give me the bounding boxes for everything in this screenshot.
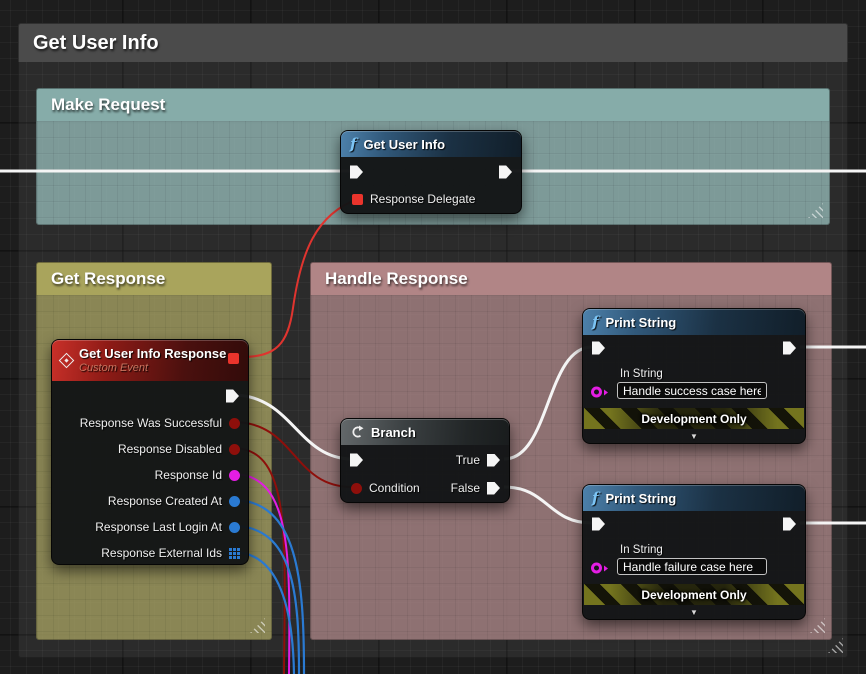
output-pin-row: Response External Ids	[101, 546, 240, 560]
node-header-print-string-failure[interactable]: f Print String	[583, 485, 805, 511]
exec-in-pin[interactable]	[592, 518, 605, 531]
resize-handle-get-response[interactable]	[250, 618, 265, 633]
node-get-user-info[interactable]: f Get User Info Response Delegate	[340, 130, 522, 214]
pin-label: Response Was Successful	[80, 416, 222, 430]
pin-tail-icon	[604, 389, 608, 395]
resize-handle-make-request[interactable]	[808, 203, 823, 218]
comment-title-get-user-info: Get User Info	[33, 32, 159, 55]
node-print-string-failure[interactable]: f Print String In String Development Onl…	[582, 484, 806, 620]
comment-header-make-request[interactable]: Make Request	[36, 88, 830, 121]
struct-pin-response-last-login-at[interactable]	[229, 522, 240, 533]
node-subtitle: Custom Event	[79, 362, 226, 375]
node-title: Print String	[605, 315, 676, 330]
delegate-out-pin[interactable]	[228, 353, 239, 364]
exec-out-pin[interactable]	[226, 390, 239, 403]
node-get-user-info-response[interactable]: Get User Info Response Custom Event Resp…	[51, 339, 249, 565]
exec-in-pin[interactable]	[350, 454, 363, 467]
function-icon: f	[350, 137, 356, 152]
exec-in-pin[interactable]	[592, 342, 605, 355]
output-pin-row: Response Disabled	[118, 442, 240, 456]
in-string-label: In String	[620, 368, 663, 380]
bool-pin-response-disabled[interactable]	[229, 444, 240, 455]
struct-pin-response-created-at[interactable]	[229, 496, 240, 507]
pin-label: Response Delegate	[370, 192, 475, 206]
comment-header-get-response[interactable]: Get Response	[36, 262, 272, 295]
development-only-banner: Development Only	[584, 408, 804, 429]
pin-label: False	[451, 481, 480, 495]
comment-title-handle-response: Handle Response	[325, 269, 468, 289]
bool-pin-response-was-successful[interactable]	[229, 418, 240, 429]
blueprint-canvas[interactable]: Get User Info Make Request Get Response …	[0, 0, 866, 674]
in-string-input[interactable]	[617, 558, 767, 575]
branch-icon	[350, 425, 364, 439]
node-branch[interactable]: Branch Condition True False	[340, 418, 510, 503]
in-string-pin[interactable]	[591, 563, 602, 574]
in-string-label: In String	[620, 544, 663, 556]
node-header-print-string-success[interactable]: f Print String	[583, 309, 805, 335]
advanced-pins-toggle[interactable]: ▼	[690, 608, 698, 617]
pin-tail-icon	[604, 565, 608, 571]
node-title: Print String	[605, 491, 676, 506]
node-header-get-user-info[interactable]: f Get User Info	[341, 131, 521, 157]
in-string-pin[interactable]	[591, 387, 602, 398]
condition-pin[interactable]	[351, 483, 362, 494]
string-pin-response-id[interactable]	[229, 470, 240, 481]
pin-label: Condition	[369, 481, 420, 495]
pin-label: Response External Ids	[101, 546, 222, 560]
output-pin-row: Response Was Successful	[80, 416, 240, 430]
exec-out-pin[interactable]	[783, 342, 796, 355]
development-only-banner: Development Only	[584, 584, 804, 605]
pin-label: True	[456, 453, 480, 467]
node-title: Branch	[371, 425, 416, 440]
in-string-input[interactable]	[617, 382, 767, 399]
resize-handle-handle-response[interactable]	[810, 618, 825, 633]
true-exec-pin[interactable]	[487, 454, 500, 467]
pin-label: Response Disabled	[118, 442, 222, 456]
banner-text: Development Only	[641, 588, 746, 602]
response-delegate-pin[interactable]	[352, 194, 363, 205]
exec-in-pin[interactable]	[350, 166, 363, 179]
output-pin-row: Response Created At	[108, 494, 240, 508]
custom-event-icon	[59, 353, 75, 369]
pin-label: Response Id	[155, 468, 222, 482]
exec-out-pin[interactable]	[499, 166, 512, 179]
pin-label: Response Last Login At	[95, 520, 222, 534]
advanced-pins-toggle[interactable]: ▼	[690, 432, 698, 441]
banner-text: Development Only	[641, 412, 746, 426]
node-title: Get User Info Response	[79, 347, 226, 362]
false-exec-pin[interactable]	[487, 482, 500, 495]
comment-title-get-response: Get Response	[51, 269, 165, 289]
resize-handle-get-user-info[interactable]	[828, 638, 843, 653]
node-print-string-success[interactable]: f Print String In String Development Onl…	[582, 308, 806, 444]
function-icon: f	[592, 491, 598, 506]
map-pin-response-external-ids[interactable]	[229, 548, 240, 559]
function-icon: f	[592, 315, 598, 330]
comment-header-handle-response[interactable]: Handle Response	[310, 262, 832, 295]
comment-title-make-request: Make Request	[51, 95, 165, 115]
node-header-branch[interactable]: Branch	[341, 419, 509, 445]
pin-label: Response Created At	[108, 494, 222, 508]
node-title: Get User Info	[363, 137, 445, 152]
output-pin-row: Response Last Login At	[95, 520, 240, 534]
comment-header-get-user-info[interactable]: Get User Info	[18, 23, 848, 62]
node-header-response-event[interactable]: Get User Info Response Custom Event	[52, 340, 248, 381]
exec-out-pin[interactable]	[783, 518, 796, 531]
output-pin-row: Response Id	[155, 468, 240, 482]
